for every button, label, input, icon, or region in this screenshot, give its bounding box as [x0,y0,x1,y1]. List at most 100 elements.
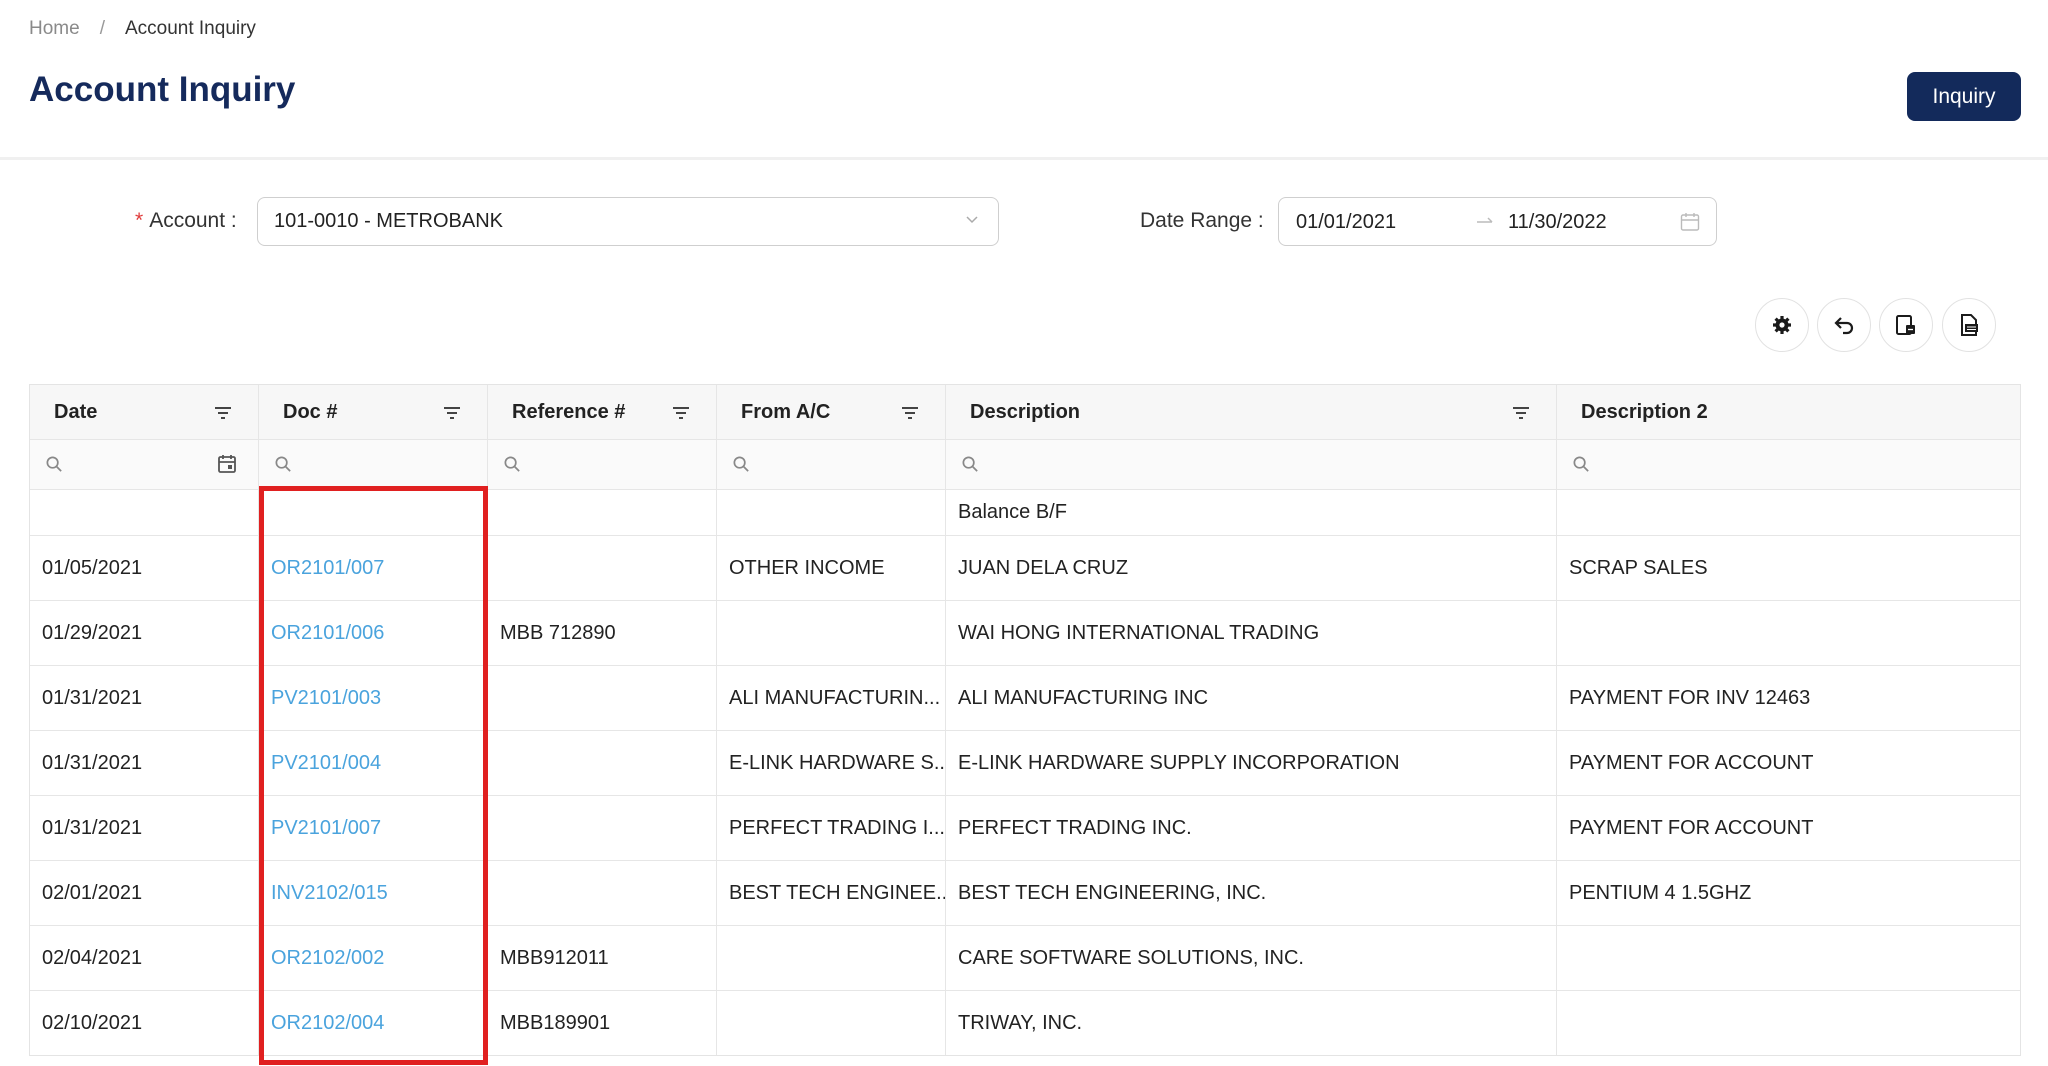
cell-reference [488,861,717,925]
doc-number-link[interactable]: OR2101/007 [271,557,384,580]
filter-icon[interactable] [670,402,692,424]
reference-filter-input[interactable] [488,440,717,489]
cell-text: E-LINK HARDWARE SUPPLY INCORPORATION [958,751,1400,774]
account-label-text: Account : [149,209,237,232]
description-2-filter-input[interactable] [1557,440,2020,489]
breadcrumb-home[interactable]: Home [29,18,80,40]
inquiry-button[interactable]: Inquiry [1907,72,2021,121]
cell-description: ALI MANUFACTURING INC [946,666,1557,730]
cell-description: TRIWAY, INC. [946,991,1557,1055]
date-to-input[interactable]: 11/30/2022 [1508,211,1607,234]
search-icon [733,456,749,472]
date-range-picker[interactable]: 01/01/2021 11/30/2022 [1278,197,1717,246]
page-title: Account Inquiry [29,70,296,109]
doc-number-link[interactable]: INV2102/015 [271,882,388,905]
cell-text: 01/31/2021 [42,686,143,709]
export-file-icon [1961,314,1978,336]
cell-doc [259,490,488,535]
cell-doc: OR2101/006 [259,601,488,665]
cell-date: 02/10/2021 [30,991,259,1055]
required-mark: * [135,209,144,232]
cell-date: 01/31/2021 [30,796,259,860]
search-icon [504,456,520,472]
export-file-button[interactable] [1942,298,1996,352]
date-range-label: Date Range : [1140,209,1264,232]
cell-text: ALI MANUFACTURIN... [729,686,941,709]
column-header-reference[interactable]: Reference # [488,385,717,439]
column-header-doc[interactable]: Doc # [259,385,488,439]
doc-number-link[interactable]: PV2101/004 [271,752,381,775]
table-row[interactable]: 02/04/2021 OR2102/002 MBB912011 CARE SOFTWA… [30,926,2020,991]
cell-date: 02/01/2021 [30,861,259,925]
doc-number-link[interactable]: OR2101/006 [271,622,384,645]
description-filter-input[interactable] [946,440,1557,489]
column-header-description-2[interactable]: Description 2 [1557,385,2020,439]
cell-text: BEST TECH ENGINEERING, INC. [958,881,1267,904]
cell-reference [488,536,717,600]
cell-text: MBB912011 [500,946,609,969]
calendar-icon[interactable] [1679,211,1701,233]
filter-icon[interactable] [441,402,463,424]
settings-button[interactable] [1755,298,1809,352]
column-title: Date [54,400,98,423]
cell-text: 01/29/2021 [42,621,143,644]
doc-filter-input[interactable] [259,440,488,489]
cell-doc: INV2102/015 [259,861,488,925]
date-from-input[interactable]: 01/01/2021 [1296,211,1396,234]
cell-from-ac: OTHER INCOME [717,536,946,600]
column-header-description[interactable]: Description [946,385,1557,439]
table-row[interactable]: 02/10/2021 OR2102/004 MBB189901 TRIWAY, INC… [30,991,2020,1055]
from-ac-filter-input[interactable] [717,440,946,489]
doc-number-link[interactable]: PV2101/007 [271,817,381,840]
cell-description-2: PAYMENT FOR ACCOUNT [1557,731,2020,795]
cell-reference [488,666,717,730]
chevron-down-icon [966,216,978,224]
table-row[interactable]: 01/31/2021 PV2101/003 ALI MANUFACTURIN... A… [30,666,2020,731]
search-icon [1573,456,1589,472]
cell-text: TRIWAY, INC. [958,1011,1083,1034]
doc-number-link[interactable]: PV2101/003 [271,687,381,710]
cell-text: E-LINK HARDWARE S... [729,751,946,774]
cell-description-2 [1557,490,2020,535]
header-divider [0,157,2048,160]
cell-description-2: PENTIUM 4 1.5GHZ [1557,861,2020,925]
cell-reference [488,796,717,860]
filter-icon[interactable] [899,402,921,424]
cell-text: 02/10/2021 [42,1011,143,1034]
table-row[interactable]: 01/31/2021 PV2101/004 E-LINK HARDWARE S...… [30,731,2020,796]
column-title: Reference # [512,400,626,423]
filter-icon[interactable] [1510,402,1532,424]
cell-reference: MBB912011 [488,926,717,990]
export-layout-icon [1896,315,1915,335]
account-select[interactable]: 101-0010 - METROBANK [257,197,999,246]
table-row[interactable]: 01/05/2021 OR2101/007 OTHER INCOME JUAN DEL… [30,536,2020,601]
cell-from-ac [717,601,946,665]
export-layout-button[interactable] [1879,298,1933,352]
cell-from-ac [717,926,946,990]
table-row[interactable]: 02/01/2021 INV2102/015 BEST TECH ENGINEE..… [30,861,2020,926]
cell-from-ac [717,991,946,1055]
cell-text: SCRAP SALES [1569,556,1708,579]
column-header-from-ac[interactable]: From A/C [717,385,946,439]
account-label: * Account : [135,209,237,233]
cell-reference: MBB189901 [488,991,717,1055]
settings-icon [1773,316,1791,334]
date-filter-input[interactable] [30,440,259,489]
doc-number-link[interactable]: OR2102/002 [271,947,384,970]
cell-doc: OR2102/002 [259,926,488,990]
table-row[interactable]: 01/29/2021 OR2101/006 MBB 712890 WAI HONG I… [30,601,2020,666]
account-select-value: 101-0010 - METROBANK [274,210,503,232]
calendar-icon[interactable] [216,453,238,475]
table-row[interactable]: 01/31/2021 PV2101/007 PERFECT TRADING I...… [30,796,2020,861]
cell-text: WAI HONG INTERNATIONAL TRADING [958,621,1320,644]
table-header: Date Doc # Reference # From A/C Descript… [30,385,2020,440]
table-row[interactable]: Balance B/F [30,490,2020,536]
cell-reference [488,490,717,535]
filter-icon[interactable] [212,402,234,424]
doc-number-link[interactable]: OR2102/004 [271,1012,384,1035]
cell-doc: PV2101/003 [259,666,488,730]
cell-date: 01/31/2021 [30,731,259,795]
undo-button[interactable] [1817,298,1871,352]
column-header-date[interactable]: Date [30,385,259,439]
cell-description: JUAN DELA CRUZ [946,536,1557,600]
